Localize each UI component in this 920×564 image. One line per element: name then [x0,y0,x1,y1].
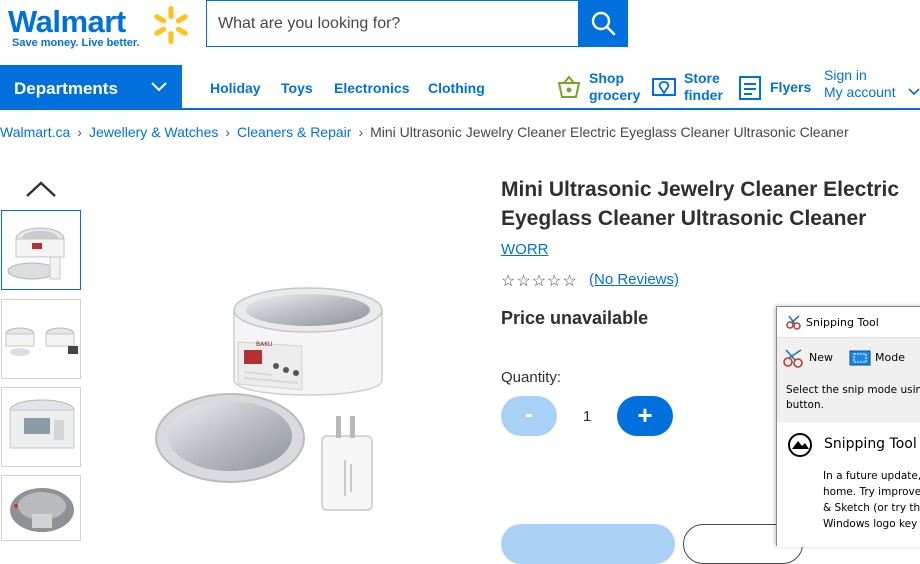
breadcrumb-separator: › [358,124,364,140]
product-thumbnail-image [5,327,78,356]
snip-mode-button[interactable]: Mode [875,351,905,364]
snipping-tool-titlebar[interactable]: Snipping Tool [777,307,920,337]
search-button[interactable] [578,0,628,47]
breadcrumb: Walmart.ca › Jewellery & Watches › Cleaners … [0,124,849,140]
snipping-tool-window: Snipping Tool New Mode Select the snip m… [776,306,920,547]
snip-mode-icon [849,350,871,366]
nav-link-clothing[interactable]: Clothing [428,80,485,96]
product-thumbnail-image [10,488,74,532]
snipping-tool-title: Snipping Tool [806,316,879,329]
snipping-tool-body: In a future update, home. Try improve & … [823,468,920,532]
quantity-value[interactable]: 1 [572,408,602,425]
scissors-icon [783,349,803,368]
shop-grocery-link[interactable]: Shop grocery [556,70,640,106]
nav-link-toys[interactable]: Toys [281,80,313,96]
nav-link-electronics[interactable]: Electronics [334,80,409,96]
account-menu[interactable]: Sign in My account [824,67,920,105]
quantity-increase-button[interactable]: + [617,396,673,436]
shop-grocery-line1: Shop [589,70,624,86]
breadcrumb-current: Mini Ultrasonic Jewelry Cleaner Electric… [370,124,849,140]
my-account-label: My account [824,84,896,100]
quantity-label: Quantity: [501,369,562,386]
snipping-tool-heading: Snipping Tool [824,436,917,452]
snipping-tool-hint: Select the snip mode usin button. [777,375,920,423]
grocery-basket-icon [557,75,581,98]
flyers-link[interactable]: Flyers [738,70,812,106]
departments-button[interactable]: Departments [0,65,182,110]
flyer-icon [739,76,761,100]
body-line: In a future update, [823,470,920,482]
product-title-line1: Mini Ultrasonic Jewelry Cleaner Electric [501,178,899,201]
snip-new-button[interactable]: New [809,351,833,364]
quantity-decrease-button[interactable]: - [501,396,557,436]
thumbnail-1[interactable] [1,210,81,290]
body-line: home. Try improve [823,486,920,498]
hint-line: button. [786,399,824,411]
store-location-icon [652,78,676,96]
svg-text:BAKU: BAKU [256,341,272,348]
reviews-link[interactable]: (No Reviews) [589,271,679,288]
nav-bar: Departments Holiday Toys Electronics Clo… [0,65,920,110]
product-title-line2: Eyeglass Cleaner Ultrasonic Cleaner [501,207,867,230]
body-line: Windows logo key [823,518,918,530]
nav-link-holiday[interactable]: Holiday [210,80,261,96]
flyers-label: Flyers [770,79,812,95]
product-main-image: BAKU [155,287,383,511]
snip-sketch-icon [788,433,812,457]
add-to-cart-button[interactable] [501,524,675,564]
brand-link[interactable]: WORR [501,241,549,258]
snipping-tool-toolbar: New Mode [777,337,920,375]
search-input[interactable] [207,1,577,46]
price: Price unavailable [501,308,649,328]
shop-grocery-line2: grocery [589,87,641,103]
product-thumbnail-image [9,399,75,449]
thumbnail-4[interactable] [1,475,81,541]
departments-label: Departments [14,79,118,98]
breadcrumb-separator: › [225,124,231,140]
thumbnail-2[interactable] [1,299,81,379]
walmart-logo[interactable]: Walmart Save money. Live better. [8,4,188,49]
store-finder-link[interactable]: Store finder [650,70,726,106]
snipping-tool-notice: Snipping Tool In a future update, home. … [777,423,920,547]
breadcrumb-item[interactable]: Jewellery & Watches [89,124,218,140]
store-finder-line1: Store [684,70,720,86]
store-finder-line2: finder [684,87,723,103]
scissors-icon [786,315,801,330]
logo-wordmark: Walmart [8,4,126,39]
breadcrumb-item[interactable]: Cleaners & Repair [237,124,351,140]
logo-tagline: Save money. Live better. [12,37,140,49]
rating-stars: ☆☆☆☆☆ [501,273,578,290]
search-icon [591,11,616,36]
body-line: & Sketch (or try th [823,502,920,514]
product-thumbnail-image [7,227,65,280]
spark-icon [154,6,188,44]
breadcrumb-item[interactable]: Walmart.ca [0,124,70,140]
product-title: Mini Ultrasonic Jewelry Cleaner Electric… [501,175,920,233]
thumbnail-3[interactable] [1,387,81,467]
search-bar [206,0,628,47]
sign-in-label: Sign in [824,67,867,83]
chevron-down-icon [908,88,920,96]
chevron-up-icon[interactable] [24,178,58,200]
hint-line: Select the snip mode usin [786,384,920,396]
breadcrumb-separator: › [77,124,82,140]
chevron-down-icon [151,82,167,92]
